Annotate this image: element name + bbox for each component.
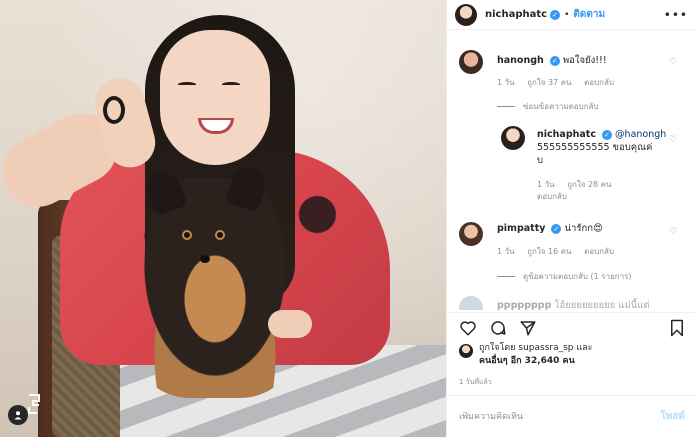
comment-like-heart-icon[interactable]: ♡ xyxy=(669,135,679,145)
post-details-panel: nichaphatc ✓ • ติดตาม ••• hanongh ✓ พอใจ… xyxy=(446,0,696,437)
watermark-icon xyxy=(26,393,44,415)
comment-text: โอ้ยยยยยยยยย แม่นี้แต่ xyxy=(554,300,650,310)
left-eye xyxy=(178,82,196,87)
user-tag-icon[interactable] xyxy=(8,405,28,425)
hand xyxy=(268,310,312,338)
likes-line-1[interactable]: ถูกใจโดย supassra_sp และ xyxy=(479,342,689,355)
comment-input[interactable] xyxy=(459,411,661,422)
comment-username[interactable]: nichaphatc xyxy=(537,129,596,140)
separator-dot: • xyxy=(564,9,570,20)
commenter-avatar[interactable] xyxy=(459,296,483,310)
commenter-avatar[interactable] xyxy=(459,50,483,74)
comment-time: 1 วัน xyxy=(497,247,515,256)
comment-likes[interactable]: ถูกใจ 16 คน xyxy=(527,247,571,256)
post-comment-button[interactable]: โพสต์ xyxy=(660,409,685,424)
heart-icon[interactable] xyxy=(459,319,479,339)
action-bar xyxy=(447,312,696,340)
reply-button[interactable]: ตอบกลับ xyxy=(584,78,614,87)
mention-link[interactable]: @hanongh xyxy=(615,129,666,140)
likes-line-2[interactable]: คนอื่นๆ อีก 32,640 คน xyxy=(479,355,689,368)
right-eye xyxy=(222,82,240,87)
commenter-avatar[interactable] xyxy=(501,126,525,150)
bracelet xyxy=(103,96,125,124)
likes-summary[interactable]: ถูกใจโดย supassra_sp และ คนอื่นๆ อีก 32,… xyxy=(459,342,689,368)
hide-replies-toggle[interactable]: ซ่อนข้อความตอบกลับ xyxy=(497,100,599,113)
author-username[interactable]: nichaphatc xyxy=(485,9,547,20)
reply-button[interactable]: ตอบกลับ xyxy=(537,192,567,201)
reply-button[interactable]: ตอบกลับ xyxy=(584,247,614,256)
verified-badge-icon: ✓ xyxy=(549,55,560,66)
post-photo[interactable] xyxy=(0,0,446,437)
share-icon[interactable] xyxy=(519,319,539,339)
comment-text-continued: บ xyxy=(537,155,544,166)
add-comment-bar: โพสต์ xyxy=(447,395,696,437)
dog-right-eye xyxy=(215,230,225,240)
comment-likes[interactable]: ถูกใจ 37 คน xyxy=(527,78,571,87)
comment-username[interactable]: pppppppp xyxy=(497,300,551,310)
dog-nose xyxy=(200,255,210,263)
verified-badge-icon: ✓ xyxy=(551,223,562,234)
post-header: nichaphatc ✓ • ติดตาม ••• xyxy=(447,0,696,30)
comment-username[interactable]: hanongh xyxy=(497,55,544,66)
bookmark-icon[interactable] xyxy=(669,319,689,339)
verified-badge-icon: ✓ xyxy=(602,129,613,140)
commenter-avatar[interactable] xyxy=(459,222,483,246)
dog-left-eye xyxy=(182,230,192,240)
comment-like-heart-icon[interactable]: ♡ xyxy=(669,227,679,237)
post-time-ago[interactable]: 1 วันที่แล้ว xyxy=(459,377,492,388)
verified-badge-icon: ✓ xyxy=(550,9,561,20)
comment-time: 1 วัน xyxy=(497,78,515,87)
comment-username[interactable]: pimpatty xyxy=(497,223,545,234)
view-replies-toggle[interactable]: ดูข้อความตอบกลับ (1 รายการ) xyxy=(497,270,632,283)
comment-text: 555555555555 ขอบคุณค่ xyxy=(537,142,653,153)
face xyxy=(160,30,270,165)
follow-button[interactable]: ติดตาม xyxy=(573,7,605,22)
more-options-icon[interactable]: ••• xyxy=(664,8,688,22)
comments-list[interactable]: hanongh ✓ พอใจยัง!!! ♡ 1 วัน ถูกใจ 37 คน… xyxy=(447,40,696,310)
comment-icon[interactable] xyxy=(489,319,509,339)
comment-text: พอใจยัง!!! xyxy=(562,55,607,66)
liker-avatar[interactable] xyxy=(459,344,473,358)
author-avatar[interactable] xyxy=(455,3,477,26)
comment-text: น่ารักก😍 xyxy=(564,223,603,234)
comment-time: 1 วัน xyxy=(537,180,555,189)
comment-likes[interactable]: ถูกใจ 28 คน xyxy=(567,180,611,189)
comment-like-heart-icon[interactable]: ♡ xyxy=(669,57,679,67)
